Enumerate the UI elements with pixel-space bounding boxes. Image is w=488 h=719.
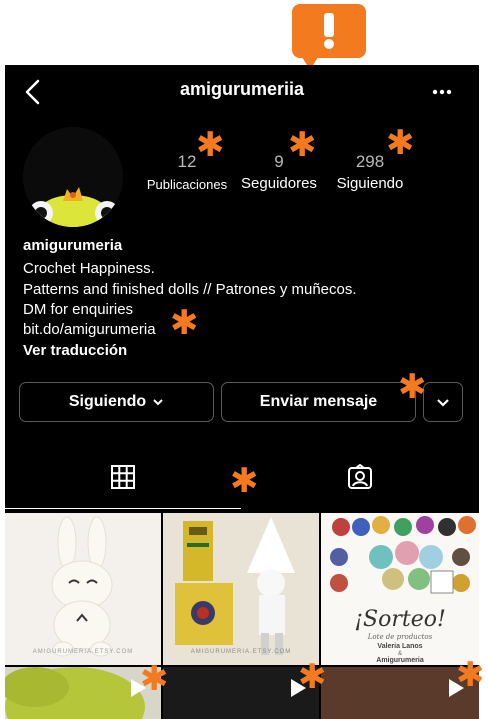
more-icon[interactable] — [431, 85, 455, 97]
suggestions-dropdown-button[interactable] — [423, 382, 463, 422]
annotation-asterisk: ✱ — [398, 367, 427, 407]
annotation-asterisk: ✱ — [196, 125, 225, 165]
tab-tagged[interactable] — [243, 460, 479, 500]
followers-label[interactable]: Seguidores — [233, 175, 325, 192]
annotation-asterisk: ✱ — [288, 125, 317, 165]
post-sorteo[interactable]: ¡Sorteo! Lote de productos Valeria Lanos… — [321, 513, 479, 665]
sorteo-title: ¡Sorteo! — [354, 607, 446, 632]
tab-posts[interactable] — [5, 460, 241, 500]
annotation-asterisk: ✱ — [386, 123, 415, 163]
following-button[interactable]: Siguiendo — [19, 382, 214, 422]
alert-icon — [292, 4, 366, 58]
bio-line-2: Patterns and finished dolls // Patrones … — [23, 281, 357, 298]
post-video-2[interactable] — [163, 667, 319, 719]
posts-label: Publicaciones — [146, 177, 228, 192]
watermark: AMIGURUMERIA.ETSY.COM — [32, 649, 134, 655]
annotation-asterisk: ✱ — [170, 303, 199, 343]
sorteo-name-1: Valeria Lanos — [377, 643, 423, 650]
post-video-1[interactable] — [5, 667, 161, 719]
post-bunny[interactable]: AMIGURUMERIA.ETSY.COM — [5, 513, 161, 665]
sorteo-subtitle: Lote de productos — [367, 633, 433, 641]
bio-line-1: Crochet Happiness. — [23, 260, 155, 277]
active-tab-indicator — [5, 508, 241, 509]
annotation-asterisk: ✱ — [456, 655, 485, 695]
send-message-label: Enviar mensaje — [259, 393, 378, 410]
chevron-down-icon — [152, 398, 164, 406]
send-message-button[interactable]: Enviar mensaje — [221, 382, 416, 422]
post-dolls[interactable]: AMIGURUMERIA.ETSY.COM — [163, 513, 319, 665]
watermark: AMIGURUMERIA.ETSY.COM — [190, 649, 292, 655]
bio-link[interactable]: bit.do/amigurumeria — [23, 321, 156, 338]
chevron-down-icon — [436, 398, 450, 407]
grid-icon — [111, 465, 135, 494]
profile-name: amigurumeria — [23, 237, 123, 254]
bio-line-3: DM for enquiries — [23, 301, 134, 318]
translate-link[interactable]: Ver traducción — [23, 342, 127, 359]
annotation-asterisk: ✱ — [140, 659, 169, 699]
following-button-label: Siguiendo — [68, 393, 147, 410]
tagged-icon — [347, 463, 373, 495]
following-label[interactable]: Siguiendo — [327, 175, 413, 192]
avatar[interactable] — [23, 127, 123, 227]
profile-username: amigurumeriia — [179, 79, 305, 99]
annotation-asterisk: ✱ — [298, 657, 327, 697]
annotation-asterisk: ✱ — [230, 461, 259, 501]
